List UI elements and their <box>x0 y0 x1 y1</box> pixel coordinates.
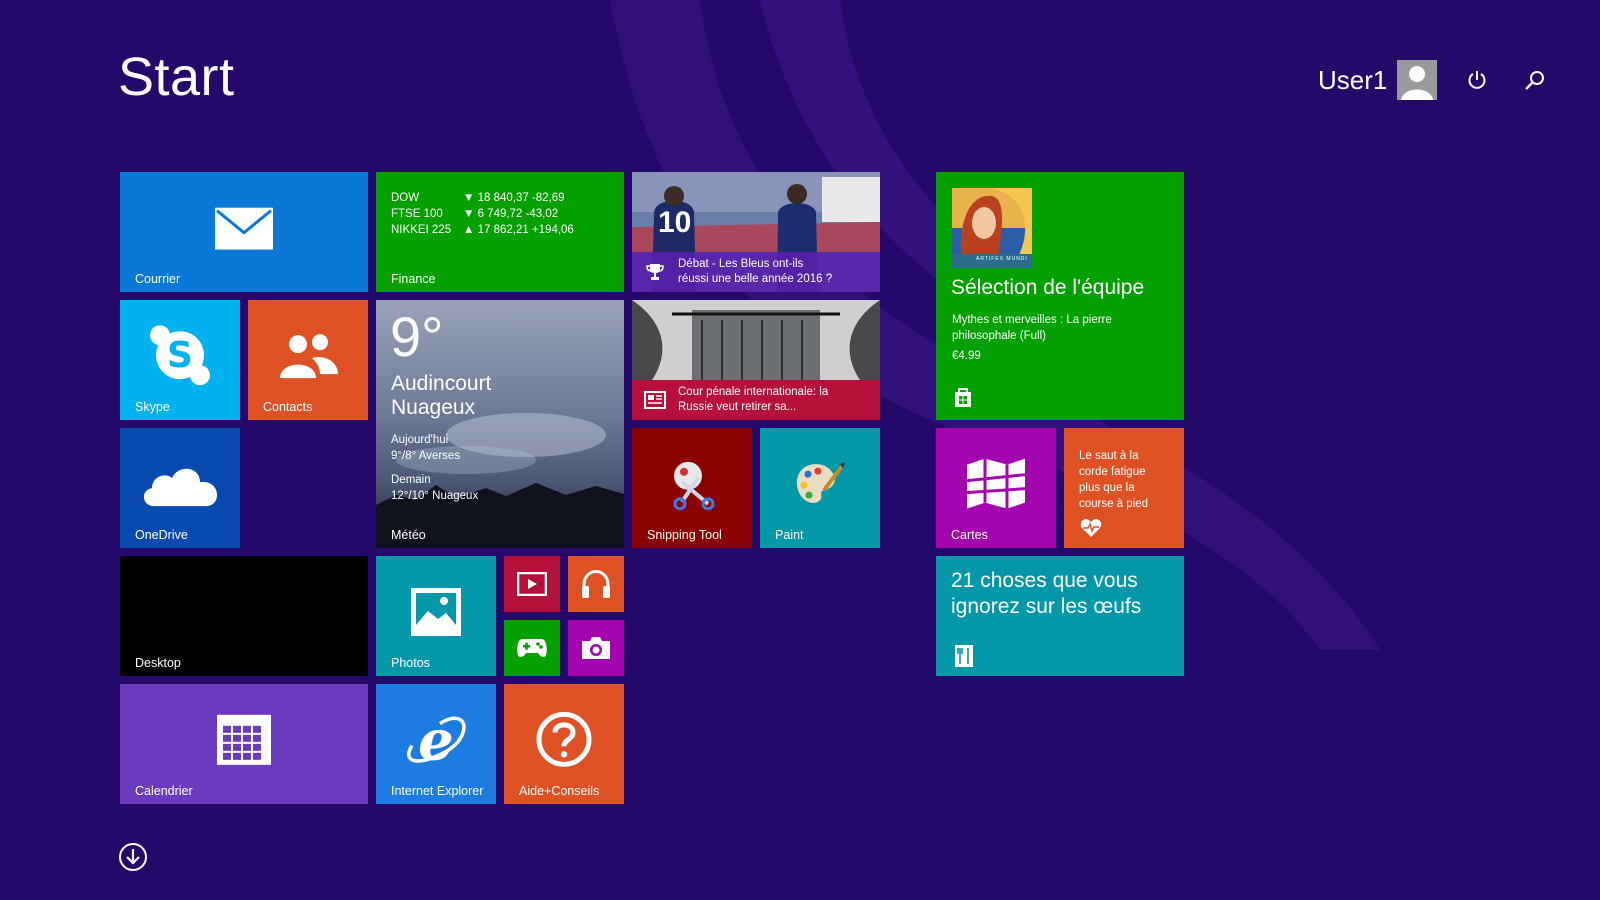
palette-icon <box>796 462 845 503</box>
tile-calendar[interactable]: Calendrier <box>120 684 368 804</box>
search-icon[interactable] <box>1519 64 1551 96</box>
help-icon <box>536 711 592 767</box>
tile-label: OneDrive <box>135 528 188 542</box>
food-headline: 21 choses que vous ignorez sur les œufs <box>951 569 1142 618</box>
svg-text:S: S <box>167 335 193 376</box>
tile-weather[interactable]: 9° Audincourt Nuageux Aujourd'hui 9°/8° … <box>376 300 624 548</box>
tile-internet-explorer[interactable]: e Internet Explorer <box>376 684 496 804</box>
tile-news[interactable]: Cour pénale internationale: la Russie veu… <box>632 300 880 420</box>
tile-sport[interactable]: 10 Débat - Les Bleus ont-ils réussi une b… <box>632 172 880 292</box>
tile-label: Cartes <box>951 528 988 542</box>
tile-skype[interactable]: S Skype <box>120 300 240 420</box>
cutlery-icon <box>955 645 973 667</box>
camera-icon <box>582 637 610 659</box>
tile-label: Aide+Conseils <box>519 784 600 798</box>
weather-temp: 9° <box>390 305 444 368</box>
tile-snipping-tool[interactable]: Snipping Tool <box>632 428 752 548</box>
store-price: €4.99 <box>952 350 981 362</box>
tile-camera[interactable] <box>568 620 624 676</box>
tile-label: Skype <box>135 400 170 414</box>
tile-label: Internet Explorer <box>391 784 484 798</box>
calendar-icon <box>217 714 271 765</box>
tile-paint[interactable]: Paint <box>760 428 880 548</box>
jersey-number: 10 <box>658 206 692 239</box>
finance-row: DOW ▼ 18 840,37 -82,69 <box>391 192 565 204</box>
weather-forecast: Aujourd'hui 9°/8° Averses Demain 12°/10°… <box>391 434 479 502</box>
finance-row: FTSE 100 ▼ 6 749,72 -43,02 <box>391 208 559 220</box>
tile-desktop[interactable]: Desktop <box>120 556 368 676</box>
art-caption: ARTIFEX MUNDI <box>976 256 1028 262</box>
gamepad-icon <box>517 639 547 658</box>
scissors-icon <box>673 461 715 510</box>
tile-finance[interactable]: DOW ▼ 18 840,37 -82,69 FTSE 100 ▼ 6 749,72… <box>376 172 624 292</box>
user-name: User1 <box>1318 64 1388 95</box>
store-bag-icon <box>955 388 971 407</box>
tile-food[interactable]: 21 choses que vous ignorez sur les œufs <box>936 556 1184 676</box>
power-icon[interactable] <box>1461 64 1493 96</box>
trophy-icon <box>632 262 678 282</box>
tile-music[interactable] <box>568 556 624 612</box>
video-icon <box>517 572 547 596</box>
headphones-icon <box>582 570 610 598</box>
tile-label: Calendrier <box>135 784 193 798</box>
heart-pulse-icon <box>1080 519 1102 537</box>
finance-row: NIKKEI 225 ▲ 17 862,21 +194,06 <box>391 224 574 236</box>
tile-games[interactable] <box>504 620 560 676</box>
news-caption: Cour pénale internationale: la Russie veu… <box>632 380 880 420</box>
photo-icon <box>411 588 461 636</box>
tile-label: Contacts <box>263 400 313 414</box>
mail-icon <box>215 207 273 250</box>
sport-caption: Débat - Les Bleus ont-ils réussi une bell… <box>632 252 880 292</box>
finance-quotes: DOW ▼ 18 840,37 -82,69 FTSE 100 ▼ 6 749,72… <box>391 190 574 238</box>
weather-location: Audincourt Nuageux <box>391 372 491 420</box>
tile-maps[interactable]: Cartes <box>936 428 1056 548</box>
onedrive-icon <box>143 468 218 507</box>
tile-onedrive[interactable]: OneDrive <box>120 428 240 548</box>
weather-city: Audincourt <box>391 372 492 395</box>
tile-contacts[interactable]: Contacts <box>248 300 368 420</box>
skype-icon: S <box>150 325 210 386</box>
tile-label: Paint <box>775 528 804 542</box>
tile-photos[interactable]: Photos <box>376 556 496 676</box>
store-subtitle: Mythes et merveilles : La pierre philoso… <box>952 314 1112 342</box>
start-title: Start <box>118 47 235 107</box>
tile-label: Snipping Tool <box>647 528 722 542</box>
tile-label: Météo <box>391 528 426 542</box>
user-avatar-icon <box>1397 60 1438 100</box>
store-title: Sélection de l'équipe <box>951 276 1145 299</box>
newspaper-icon <box>632 391 678 409</box>
tile-label: Desktop <box>135 656 181 670</box>
tile-help[interactable]: Aide+Conseils <box>504 684 624 804</box>
tile-video[interactable] <box>504 556 560 612</box>
tile-mail[interactable]: Courrier <box>120 172 368 292</box>
contacts-icon <box>280 334 338 379</box>
arrow-down-icon[interactable] <box>118 842 148 872</box>
user-account[interactable]: User1 <box>1318 60 1438 100</box>
tile-label: Courrier <box>135 272 181 286</box>
maps-icon <box>966 458 1026 509</box>
weather-condition: Nuageux <box>391 396 476 419</box>
ie-icon: e <box>407 712 466 768</box>
tile-label: Finance <box>391 272 436 286</box>
tile-store[interactable]: ARTIFEX MUNDI Sélection de l'équipe Myth… <box>936 172 1184 420</box>
health-headline: Le saut à la corde fatigue plus que la c… <box>1079 450 1149 510</box>
tile-label: Photos <box>391 656 430 670</box>
tile-health[interactable]: Le saut à la corde fatigue plus que la c… <box>1064 428 1184 548</box>
news-photo <box>632 300 880 380</box>
